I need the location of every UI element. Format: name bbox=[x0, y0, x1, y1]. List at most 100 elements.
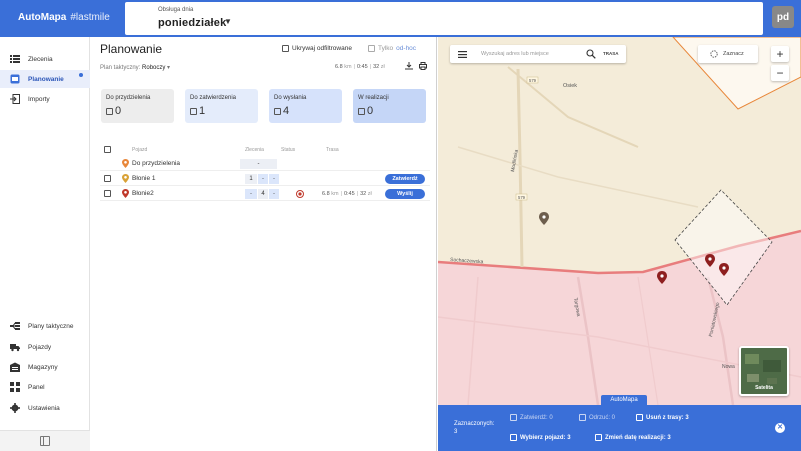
sidebar-item-pojazdy[interactable]: Pojazdy bbox=[0, 338, 90, 356]
day-value: poniedziałek bbox=[158, 17, 227, 29]
pin-icon bbox=[122, 159, 129, 168]
checklist-icon bbox=[510, 414, 517, 421]
map-label-nowa: Nowa bbox=[722, 364, 735, 370]
sidebar-item-magazyny[interactable]: Magazyny bbox=[0, 358, 90, 376]
collapse-icon bbox=[40, 436, 50, 446]
lasso-icon bbox=[710, 50, 718, 58]
card-in-progress[interactable]: W realizacji 0 bbox=[353, 89, 426, 123]
zoom-in-button[interactable]: + bbox=[771, 46, 789, 62]
import-icon bbox=[10, 94, 20, 104]
map-brand: AutoMapa bbox=[601, 395, 647, 405]
planning-icon bbox=[10, 74, 20, 84]
list-icon bbox=[10, 55, 20, 63]
pin-icon bbox=[122, 189, 129, 198]
sidebar-item-label: Ustawienia bbox=[28, 404, 60, 412]
truck-icon bbox=[10, 344, 20, 352]
dashboard-icon bbox=[10, 382, 20, 392]
only-adhoc-checkbox[interactable]: Tylko od-hoc bbox=[368, 45, 416, 52]
gear-icon bbox=[10, 403, 20, 413]
plan-selector[interactable]: Plan taktyczny: Roboczy ▾ bbox=[100, 64, 170, 71]
row-checkbox[interactable] bbox=[104, 190, 111, 197]
planning-panel: Planowanie Ukrywaj odfiltrowane Tylko od… bbox=[90, 37, 437, 451]
remove-from-route-button[interactable]: Usuń z trasy: 3 bbox=[636, 414, 689, 421]
plan-stats: 6.8 km | 0:45 | 32 zł bbox=[335, 64, 385, 70]
sidebar-item-ustawienia[interactable]: Ustawienia bbox=[0, 399, 90, 417]
hide-filtered-checkbox[interactable]: Ukrywaj odfiltrowane bbox=[282, 45, 352, 52]
route-button[interactable]: TRASA bbox=[603, 51, 619, 56]
progress-icon bbox=[358, 107, 365, 115]
sidebar-item-label: Importy bbox=[28, 95, 50, 103]
checkbox[interactable] bbox=[368, 45, 375, 52]
sidebar-item-label: Zlecenia bbox=[28, 55, 53, 63]
table-row[interactable]: Błonie 1 1 - - Zatwierdź bbox=[100, 172, 430, 186]
app-logo[interactable]: AutoMapa #lastmile bbox=[18, 12, 110, 23]
sidebar: Zlecenia Planowanie Importy Plany taktyc… bbox=[0, 37, 90, 451]
card-to-assign[interactable]: Do przydzielenia 0 bbox=[101, 89, 174, 123]
reject-selected-button[interactable]: Odrzuć: 0 bbox=[579, 414, 615, 421]
caret-down-icon: ▾ bbox=[167, 65, 171, 71]
calendar-icon bbox=[595, 434, 602, 441]
change-date-button[interactable]: Zmień datę realizacji: 3 bbox=[595, 434, 671, 441]
sidebar-item-label: Plany taktyczne bbox=[28, 322, 74, 330]
print-icon[interactable] bbox=[419, 62, 427, 70]
map-label-osiek: Osiek bbox=[563, 83, 577, 89]
sidebar-item-label: Pojazdy bbox=[28, 343, 52, 351]
trash-icon bbox=[636, 414, 643, 421]
table-header: Pojazd Zlecenia Status Trasa bbox=[100, 145, 430, 154]
checkbox[interactable] bbox=[282, 45, 289, 52]
sidebar-item-planowanie[interactable]: Planowanie bbox=[0, 70, 90, 88]
select-all-checkbox[interactable] bbox=[104, 146, 111, 153]
sidebar-item-zlecenia[interactable]: Zlecenia bbox=[0, 50, 90, 68]
reject-icon bbox=[579, 414, 586, 421]
road-shield-579: 579 bbox=[518, 195, 526, 200]
sidebar-item-importy[interactable]: Importy bbox=[0, 90, 90, 108]
selection-bar: Zaznaczonych: 3 Zatwierdź: 0 Odrzuć: 0 U… bbox=[438, 405, 801, 451]
orders-cell: - bbox=[240, 159, 278, 169]
map-view[interactable]: 579 579 Osiek Modlińska Sochaczewska Tar… bbox=[438, 37, 801, 405]
table-row[interactable]: Do przydzielenia - bbox=[100, 157, 430, 171]
card-to-send[interactable]: Do wysłania 4 bbox=[269, 89, 342, 123]
orders-cell: 1 - - bbox=[245, 174, 280, 184]
approve-button[interactable]: Zatwierdź bbox=[385, 174, 425, 184]
orders-cell: - 4 - bbox=[245, 189, 280, 199]
plan-value: Roboczy bbox=[142, 65, 166, 71]
car-icon bbox=[510, 434, 517, 441]
send-button[interactable]: Wyślij bbox=[385, 189, 425, 199]
clipboard-icon bbox=[106, 107, 113, 115]
satellite-toggle[interactable]: Satelita bbox=[739, 346, 789, 396]
send-icon bbox=[274, 107, 281, 115]
top-bar: AutoMapa #lastmile Obsługa dnia poniedzia… bbox=[0, 0, 801, 37]
route-stats: 6.8 km | 0:45 | 32 zł bbox=[322, 191, 372, 197]
notification-dot bbox=[79, 73, 83, 77]
day-selector[interactable]: Obsługa dnia poniedziałek ▼ bbox=[125, 2, 763, 35]
search-icon[interactable] bbox=[586, 49, 596, 59]
page-title: Planowanie bbox=[100, 42, 163, 56]
pin-icon bbox=[122, 174, 129, 183]
satellite-label: Satelita bbox=[755, 385, 773, 391]
select-area-button[interactable]: Zaznacz bbox=[698, 45, 758, 63]
sidebar-item-panel[interactable]: Panel bbox=[0, 378, 90, 396]
card-to-approve[interactable]: Do zatwierdzenia 1 bbox=[185, 89, 258, 123]
sidebar-item-plany-taktyczne[interactable]: Plany taktyczne bbox=[0, 317, 90, 335]
tactical-plans-icon bbox=[10, 322, 20, 330]
day-label: Obsługa dnia bbox=[158, 7, 194, 13]
warehouse-icon bbox=[10, 362, 20, 372]
hamburger-icon[interactable] bbox=[458, 51, 467, 58]
search-placeholder: Wyszukaj adres lub miejsce bbox=[481, 51, 549, 57]
row-checkbox[interactable] bbox=[104, 175, 111, 182]
sidebar-item-label: Planowanie bbox=[28, 75, 64, 83]
checklist-icon bbox=[190, 107, 197, 115]
selection-count: Zaznaczonych: 3 bbox=[454, 421, 495, 435]
avatar[interactable]: pd bbox=[772, 6, 794, 28]
approve-selected-button[interactable]: Zatwierdź: 0 bbox=[510, 414, 553, 421]
collapse-sidebar-button[interactable] bbox=[0, 430, 90, 451]
choose-vehicle-button[interactable]: Wybierz pojazd: 3 bbox=[510, 434, 571, 441]
zoom-out-button[interactable]: − bbox=[771, 65, 789, 81]
route-status-icon bbox=[296, 190, 304, 198]
table-row[interactable]: Błonie2 - 4 - 6.8 km | 0:45 | 32 zł Wyślij bbox=[100, 187, 430, 201]
map-search-input[interactable]: Wyszukaj adres lub miejsce TRASA bbox=[450, 45, 626, 63]
caret-down-icon[interactable]: ▼ bbox=[224, 17, 232, 26]
download-icon[interactable] bbox=[405, 62, 413, 70]
sidebar-item-label: Panel bbox=[28, 383, 45, 391]
close-icon[interactable]: ✕ bbox=[775, 423, 785, 433]
